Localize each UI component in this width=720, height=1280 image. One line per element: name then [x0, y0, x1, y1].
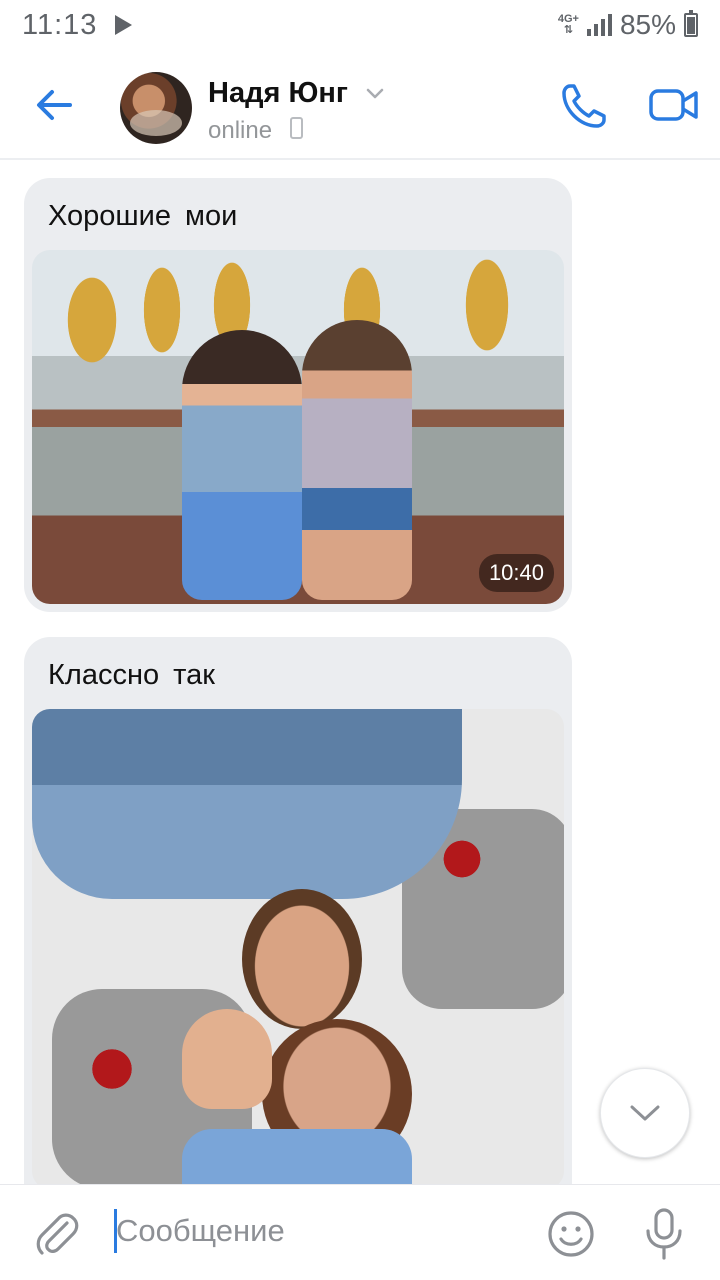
- mobile-device-icon: [290, 117, 303, 139]
- message-time: 10:40: [478, 554, 554, 592]
- paperclip-icon[interactable]: [34, 1209, 80, 1259]
- message-photo[interactable]: 10:40: [32, 250, 564, 604]
- contact-name[interactable]: Надя Юнг: [208, 77, 348, 110]
- chat-header: Надя Юнг online: [0, 50, 720, 160]
- message-bubble[interactable]: Классно так: [24, 637, 572, 1237]
- chevron-down-icon[interactable]: [366, 88, 384, 100]
- message-bubble[interactable]: Хорошие мои 10:40: [24, 178, 572, 612]
- chevron-down-icon: [630, 1105, 660, 1121]
- message-input[interactable]: [112, 1205, 522, 1257]
- message-text: Хорошие мои: [48, 200, 238, 232]
- status-time: 11:13: [22, 8, 98, 41]
- signal-strength-icon: [586, 14, 612, 36]
- message-text: Классно так: [48, 659, 215, 691]
- scroll-to-bottom-button[interactable]: [600, 1068, 690, 1158]
- photo-content: [32, 709, 462, 899]
- photo-content: [302, 320, 412, 600]
- battery-percent: 85%: [619, 9, 676, 40]
- video-camera-icon[interactable]: [648, 84, 700, 126]
- battery-icon: [684, 10, 698, 37]
- contact-status: online: [208, 117, 273, 144]
- data-transfer-icon: ⇅: [563, 24, 573, 36]
- back-arrow-icon[interactable]: [30, 80, 80, 130]
- microphone-icon[interactable]: [642, 1207, 686, 1261]
- network-type-badge: 4G+ ⇅: [558, 14, 579, 36]
- smiley-icon[interactable]: [546, 1209, 596, 1259]
- photo-content: [182, 330, 302, 600]
- status-bar: 11:13 4G+ ⇅ 85%: [0, 0, 720, 50]
- media-playing-icon: [115, 15, 133, 35]
- contact-avatar[interactable]: [120, 72, 192, 144]
- photo-content: [242, 889, 362, 1029]
- status-indicators: 4G+ ⇅ 85%: [558, 9, 698, 41]
- message-photo[interactable]: [32, 709, 564, 1189]
- message-composer: [0, 1184, 720, 1280]
- photo-content: [182, 1129, 412, 1189]
- phone-icon[interactable]: [558, 80, 610, 132]
- photo-content: [182, 1009, 272, 1109]
- chat-screen: 11:13 4G+ ⇅ 85% Надя Юнг online Хорошие …: [0, 0, 720, 1280]
